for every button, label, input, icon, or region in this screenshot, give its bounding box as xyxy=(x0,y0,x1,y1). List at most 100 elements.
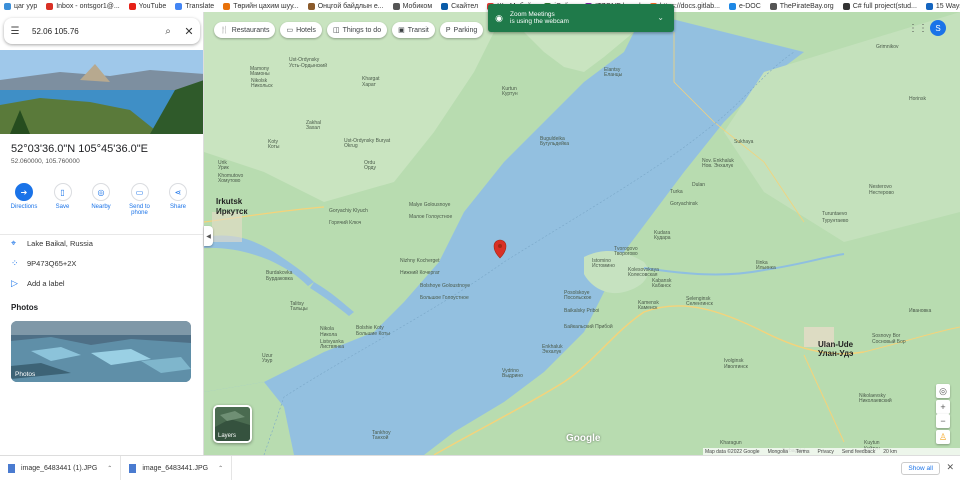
map-place-label[interactable]: Выдрино xyxy=(502,373,523,379)
map-city-label[interactable]: Улан-Удэ xyxy=(818,349,854,358)
map-place-label[interactable]: Каменск xyxy=(638,305,658,311)
collapse-panel-button[interactable]: ◀ xyxy=(204,226,213,246)
map-place-label[interactable]: Никола xyxy=(320,332,337,338)
chip-restaurants[interactable]: 🍴 Restaurants xyxy=(214,22,276,38)
attribution-item[interactable]: Privacy xyxy=(817,449,833,455)
map-place-label[interactable]: Листвянка xyxy=(320,344,344,350)
map-place-label[interactable]: Okrug xyxy=(344,143,358,149)
bookmark-item[interactable]: цаг уур xyxy=(4,2,37,10)
chip-things-to-do[interactable]: ◫ Things to do xyxy=(326,22,388,38)
map-place-label[interactable]: Орду xyxy=(364,165,376,171)
bookmark-item[interactable]: YouTube xyxy=(128,2,166,10)
map-place-label[interactable]: Харат xyxy=(362,82,377,88)
map-place-label[interactable]: Кудара xyxy=(654,235,671,241)
map-place-label[interactable]: Мамоны xyxy=(250,71,270,77)
search-box[interactable]: ☰ 52.06 105.76 ⌕ ✕ xyxy=(4,18,200,44)
map-place-label[interactable]: Grimnikov xyxy=(876,44,899,50)
bookmark-item[interactable]: Онцгой байдлын е... xyxy=(307,2,384,10)
nearby-button[interactable]: ◎ Nearby xyxy=(83,183,119,216)
avatar[interactable]: S xyxy=(930,20,946,36)
bookmark-item[interactable]: C# full project(stud... xyxy=(842,2,917,10)
map-place-label[interactable]: Горячий Ключ xyxy=(329,219,362,226)
map-place-label[interactable]: Сосновый Бор xyxy=(872,338,906,345)
place-hero-image[interactable] xyxy=(0,50,203,134)
map-place-label[interactable]: Нижний Кочергат xyxy=(400,269,441,276)
map-canvas[interactable]: Mamony Мамоны Nikolsk Никольск Ust-Ordynsky У… xyxy=(204,12,960,455)
map-place-label[interactable]: Ильинка xyxy=(756,265,776,271)
add-label-row[interactable]: ▷ Add a label xyxy=(11,278,65,289)
street-view-pegman-icon[interactable]: ♙ xyxy=(936,430,950,444)
map-place-label[interactable]: Захал xyxy=(306,125,320,131)
map-place-label[interactable]: Николаевский xyxy=(859,397,892,404)
send-to-phone-button[interactable]: ▭ Send to phone xyxy=(122,183,158,216)
chevron-up-icon[interactable]: ⌃ xyxy=(218,465,223,472)
directions-button[interactable]: ➔ Directions xyxy=(6,183,42,216)
map-place-label[interactable]: Большие Коты xyxy=(356,331,390,337)
download-item[interactable]: image_6483441 (1).JPG ⌃ xyxy=(0,455,122,480)
map-place-label[interactable]: Хомутово xyxy=(218,178,241,184)
map-place-label[interactable]: Бугульдейка xyxy=(540,140,569,147)
map-place-label[interactable]: Nizhny Kocherget xyxy=(400,258,440,264)
map-place-label[interactable]: Нов. Энхалук xyxy=(702,163,734,169)
map-place-label[interactable]: Goryachinsk xyxy=(670,201,698,207)
map-place-label[interactable]: Творогово xyxy=(614,251,638,257)
show-all-button[interactable]: Show all xyxy=(901,462,940,475)
map-place-label[interactable]: Большое Голоустное xyxy=(420,295,469,301)
map-place-label[interactable]: Турунтаево xyxy=(822,218,849,224)
chevron-down-icon[interactable]: ⌄ xyxy=(657,13,664,22)
map-place-label[interactable]: Иволгинск xyxy=(724,364,749,370)
search-icon[interactable]: ⌕ xyxy=(158,26,178,37)
bookmark-item[interactable]: 15 Ways to Speed u... xyxy=(925,2,960,10)
save-button[interactable]: ▯ Save xyxy=(45,183,81,216)
menu-icon[interactable]: ☰ xyxy=(4,26,26,37)
map-place-label[interactable]: Нестерово xyxy=(869,190,894,196)
map-place-label[interactable]: Малое Голоустное xyxy=(409,214,452,220)
map-place-label[interactable]: Усть-Ордынский xyxy=(289,62,327,69)
pluscode-row[interactable]: ⁘ 9P473Q65+2X xyxy=(11,258,76,269)
map-place-label[interactable]: Узур xyxy=(262,358,273,364)
location-row[interactable]: ⌖ Lake Baikal, Russia xyxy=(11,238,93,249)
map-place-label[interactable]: Dulan xyxy=(692,182,705,188)
map-place-label[interactable]: Посольское xyxy=(564,295,592,301)
zoom-in-button[interactable]: + xyxy=(936,400,950,414)
bookmark-item[interactable]: Inbox - ontsgor1@... xyxy=(46,2,120,10)
map-place-label[interactable]: Селенгинск xyxy=(686,301,714,307)
chip-hotels[interactable]: ▭ Hotels xyxy=(280,22,322,38)
map-place-label[interactable]: Turuntaevo xyxy=(822,211,847,217)
map-place-label[interactable]: Еланцы xyxy=(604,72,623,78)
map-place-label[interactable]: Никольск xyxy=(251,83,273,89)
chip-transit[interactable]: ▣ Transit xyxy=(392,22,435,38)
map-place-label[interactable]: Turka xyxy=(670,189,683,195)
bookmark-item[interactable]: e-DOC xyxy=(728,2,761,10)
bookmark-item[interactable]: Скайтел xyxy=(441,2,478,10)
map-place-label[interactable]: Танхой xyxy=(372,434,389,441)
map-place-label[interactable]: Ивановка xyxy=(909,308,931,314)
map-place-label[interactable]: Horinsk xyxy=(909,96,926,102)
map-place-label[interactable]: Kharagun xyxy=(720,440,742,446)
bookmark-item[interactable]: Төрийн цахим шуу... xyxy=(223,2,299,10)
map-place-label[interactable]: Урик xyxy=(218,165,230,171)
share-button[interactable]: ⋖ Share xyxy=(160,183,196,216)
chevron-up-icon[interactable]: ⌃ xyxy=(107,465,112,472)
zoom-webcam-notification[interactable]: ◉ Zoom Meetings is using the webcam ⌄ xyxy=(488,4,674,32)
zoom-out-button[interactable]: − xyxy=(936,414,950,428)
map-place-label[interactable]: Коты xyxy=(268,144,280,150)
map-place-label[interactable]: Sukhaya xyxy=(734,139,754,145)
chip-parking[interactable]: P Parking xyxy=(439,22,484,38)
map-place-label[interactable]: Байкальский Прибой xyxy=(564,323,613,330)
attribution-item[interactable]: Send feedback xyxy=(842,449,875,455)
map-place-label[interactable]: Кабанск xyxy=(652,283,671,289)
map-city-label[interactable]: Ulan-Ude xyxy=(818,340,854,349)
search-input[interactable]: 52.06 105.76 xyxy=(26,27,158,36)
download-item[interactable]: image_6483441.JPG ⌃ xyxy=(121,455,233,480)
map-place-label[interactable]: Энхалук xyxy=(542,349,562,355)
layers-button[interactable]: Layers xyxy=(213,405,252,443)
bookmark-item[interactable]: Translate xyxy=(175,2,214,10)
close-icon[interactable]: ✕ xyxy=(946,462,954,473)
map-city-label[interactable]: Irkutsk xyxy=(216,197,243,206)
map-place-label[interactable]: Malye Golousnoye xyxy=(409,202,451,208)
map-place-label[interactable]: Куртун xyxy=(502,91,518,97)
map-place-label[interactable]: Бурдаковка xyxy=(266,276,293,282)
map-place-label[interactable]: Истомино xyxy=(592,263,615,269)
map-place-label[interactable]: Goryachiy Klyuch xyxy=(329,208,368,214)
